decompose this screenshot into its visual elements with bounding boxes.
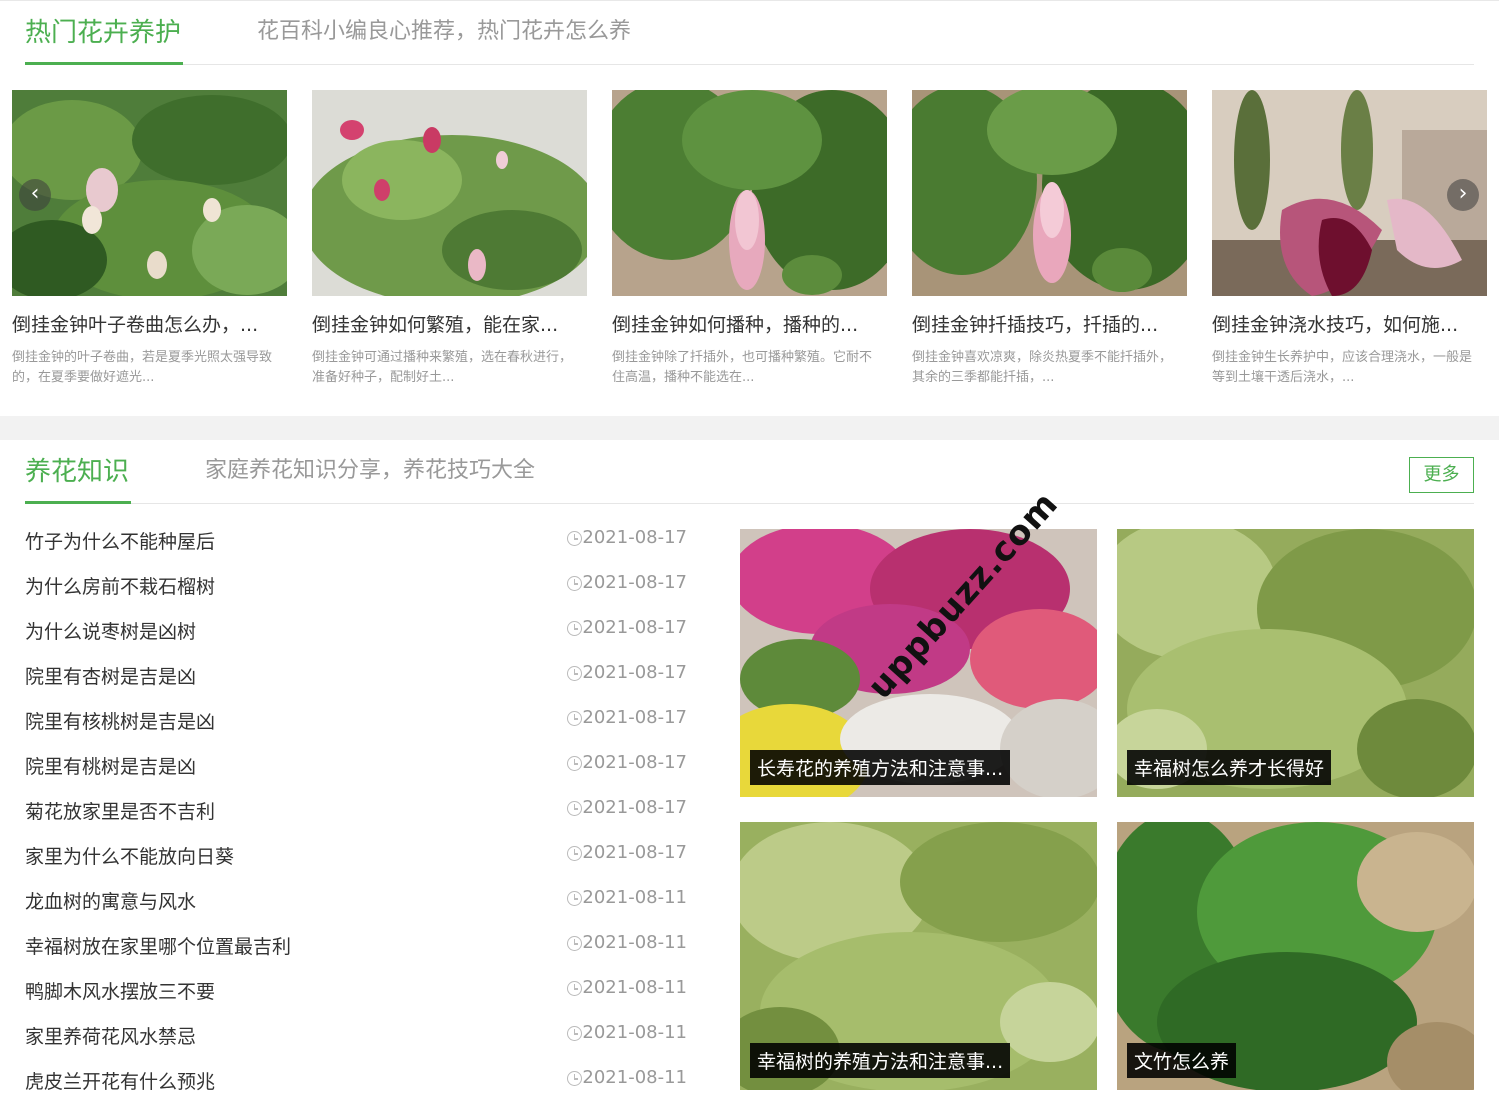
clock-icon [567,756,582,771]
list-item[interactable]: 菊花放家里是否不吉利 2021-08-17 [25,787,690,832]
list-item[interactable]: 家里为什么不能放向日葵 2021-08-17 [25,832,690,877]
hot-card-title-2[interactable]: 倒挂金钟如何繁殖，能在家... [312,310,587,337]
clock-icon [567,711,582,726]
knowledge-tile-4[interactable]: 文竹怎么养 [1117,822,1474,1090]
list-item-date: 2021-08-17 [582,797,687,818]
knowledge-tile-3[interactable]: 幸福树的养殖方法和注意事... [740,822,1097,1090]
hot-card-title-1[interactable]: 倒挂金钟叶子卷曲怎么办，... [12,310,287,337]
list-item-date: 2021-08-17 [582,617,687,638]
knowledge-section-title: 养花知识 [25,440,132,504]
list-item[interactable]: 竹子为什么不能种屋后 2021-08-17 [25,517,690,562]
section-divider [0,416,1499,440]
hot-card-image-2[interactable] [312,90,587,296]
hot-card-2[interactable]: 倒挂金钟如何繁殖，能在家... 倒挂金钟可通过播种来繁殖，选在春秋进行，准备好种… [312,90,587,390]
hot-card-image-3[interactable] [612,90,887,296]
hot-card-title-3[interactable]: 倒挂金钟如何播种，播种的... [612,310,887,337]
hot-card-3[interactable]: 倒挂金钟如何播种，播种的... 倒挂金钟除了扦插外，也可播种繁殖。它耐不住高温，… [612,90,887,390]
carousel-prev-button[interactable]: ‹ [19,179,51,211]
list-item[interactable]: 虎皮兰开花有什么预兆 2021-08-11 [25,1057,690,1102]
list-item[interactable]: 院里有杏树是吉是凶 2021-08-17 [25,652,690,697]
knowledge-tile-1[interactable]: 长寿花的养殖方法和注意事... [740,529,1097,797]
list-item[interactable]: 龙血树的寓意与风水 2021-08-11 [25,877,690,922]
list-item-title[interactable]: 为什么房前不栽石榴树 [25,572,215,599]
chevron-right-icon: › [1458,181,1468,206]
hot-card-desc-2: 倒挂金钟可通过播种来繁殖，选在春秋进行，准备好种子，配制好土... [312,350,573,385]
list-item-title[interactable]: 龙血树的寓意与风水 [25,887,196,914]
list-item-date: 2021-08-17 [582,572,687,593]
list-item-title[interactable]: 家里养荷花风水禁忌 [25,1022,196,1049]
list-item[interactable]: 为什么说枣树是凶树 2021-08-17 [25,607,690,652]
clock-icon [567,621,582,636]
hot-card-desc-3: 倒挂金钟除了扦插外，也可播种繁殖。它耐不住高温，播种不能选在... [612,350,873,385]
hot-card-1[interactable]: 倒挂金钟叶子卷曲怎么办，... 倒挂金钟的叶子卷曲，若是夏季光照太强导致的，在夏… [12,90,287,390]
list-item-title[interactable]: 菊花放家里是否不吉利 [25,797,215,824]
hot-card-desc-5: 倒挂金钟生长养护中，应该合理浇水，一般是等到土壤干透后浇水，... [1212,350,1473,385]
clock-icon [567,891,582,906]
list-item-date: 2021-08-11 [582,932,687,953]
hot-card-5[interactable]: 倒挂金钟浇水技巧，如何施... 倒挂金钟生长养护中，应该合理浇水，一般是等到土壤… [1212,90,1487,390]
hot-section-subtitle: 花百科小编良心推荐，热门花卉怎么养 [257,19,632,44]
clock-icon [567,531,582,546]
list-item[interactable]: 鸭脚木风水摆放三不要 2021-08-11 [25,967,690,1012]
list-item[interactable]: 家里养荷花风水禁忌 2021-08-11 [25,1012,690,1057]
list-item-title[interactable]: 为什么说枣树是凶树 [25,617,196,644]
list-item[interactable]: 院里有核桃树是吉是凶 2021-08-17 [25,697,690,742]
list-item-title[interactable]: 幸福树放在家里哪个位置最吉利 [25,932,291,959]
list-item-date: 2021-08-17 [582,842,687,863]
list-item-date: 2021-08-11 [582,977,687,998]
carousel-next-button[interactable]: › [1447,179,1479,211]
list-item-title[interactable]: 家里为什么不能放向日葵 [25,842,234,869]
list-item-date: 2021-08-11 [582,1067,687,1088]
hot-card-4[interactable]: 倒挂金钟扦插技巧，扦插的... 倒挂金钟喜欢凉爽，除炎热夏季不能扦插外，其余的三… [912,90,1187,390]
clock-icon [567,666,582,681]
clock-icon [567,936,582,951]
list-item-date: 2021-08-11 [582,1022,687,1043]
knowledge-section: 养花知识 家庭养花知识分享，养花技巧大全 更多 竹子为什么不能种屋后 2021-0… [0,440,1499,1117]
knowledge-section-header: 养花知识 家庭养花知识分享，养花技巧大全 [25,440,1474,504]
knowledge-tile-caption-2[interactable]: 幸福树怎么养才长得好 [1127,750,1332,785]
hot-section-header: 热门花卉养护 花百科小编良心推荐，热门花卉怎么养 [25,1,1474,65]
list-item-title[interactable]: 鸭脚木风水摆放三不要 [25,977,215,1004]
list-item-date: 2021-08-17 [582,527,687,548]
hot-card-image-1[interactable] [12,90,287,296]
list-item-title[interactable]: 院里有核桃树是吉是凶 [25,707,215,734]
list-item-date: 2021-08-17 [582,662,687,683]
hot-card-desc-4: 倒挂金钟喜欢凉爽，除炎热夏季不能扦插外，其余的三季都能扦插，... [912,350,1173,385]
hot-card-desc-1: 倒挂金钟的叶子卷曲，若是夏季光照太强导致的，在夏季要做好遮光... [12,350,273,385]
clock-icon [567,846,582,861]
hot-carousel: 倒挂金钟叶子卷曲怎么办，... 倒挂金钟的叶子卷曲，若是夏季光照太强导致的，在夏… [12,90,1487,390]
knowledge-tile-caption-1[interactable]: 长寿花的养殖方法和注意事... [750,750,1011,785]
knowledge-tile-caption-4[interactable]: 文竹怎么养 [1127,1043,1237,1078]
list-item-title[interactable]: 竹子为什么不能种屋后 [25,527,215,554]
list-item[interactable]: 幸福树放在家里哪个位置最吉利 2021-08-11 [25,922,690,967]
list-item[interactable]: 院里有桃树是吉是凶 2021-08-17 [25,742,690,787]
hot-card-image-5[interactable] [1212,90,1487,296]
hot-section-title: 热门花卉养护 [25,1,184,65]
knowledge-tile-2[interactable]: 幸福树怎么养才长得好 [1117,529,1474,797]
chevron-left-icon: ‹ [30,181,40,206]
clock-icon [567,576,582,591]
knowledge-tile-caption-3[interactable]: 幸福树的养殖方法和注意事... [750,1043,1011,1078]
more-button[interactable]: 更多 [1409,457,1474,493]
list-item-title[interactable]: 虎皮兰开花有什么预兆 [25,1067,215,1094]
list-item-date: 2021-08-11 [582,887,687,908]
hot-flowers-section: 热门花卉养护 花百科小编良心推荐，热门花卉怎么养 倒挂金钟叶子卷曲怎么办，...… [0,0,1499,416]
clock-icon [567,1071,582,1086]
hot-card-title-4[interactable]: 倒挂金钟扦插技巧，扦插的... [912,310,1187,337]
hot-card-image-4[interactable] [912,90,1187,296]
clock-icon [567,801,582,816]
knowledge-section-subtitle: 家庭养花知识分享，养花技巧大全 [205,458,536,483]
clock-icon [567,1026,582,1041]
knowledge-list: 竹子为什么不能种屋后 2021-08-17 为什么房前不栽石榴树 2021-08-1… [25,517,690,1102]
list-item-date: 2021-08-17 [582,707,687,728]
list-item-title[interactable]: 院里有杏树是吉是凶 [25,662,196,689]
clock-icon [567,981,582,996]
list-item-date: 2021-08-17 [582,752,687,773]
list-item[interactable]: 为什么房前不栽石榴树 2021-08-17 [25,562,690,607]
hot-card-title-5[interactable]: 倒挂金钟浇水技巧，如何施... [1212,310,1487,337]
list-item-title[interactable]: 院里有桃树是吉是凶 [25,752,196,779]
